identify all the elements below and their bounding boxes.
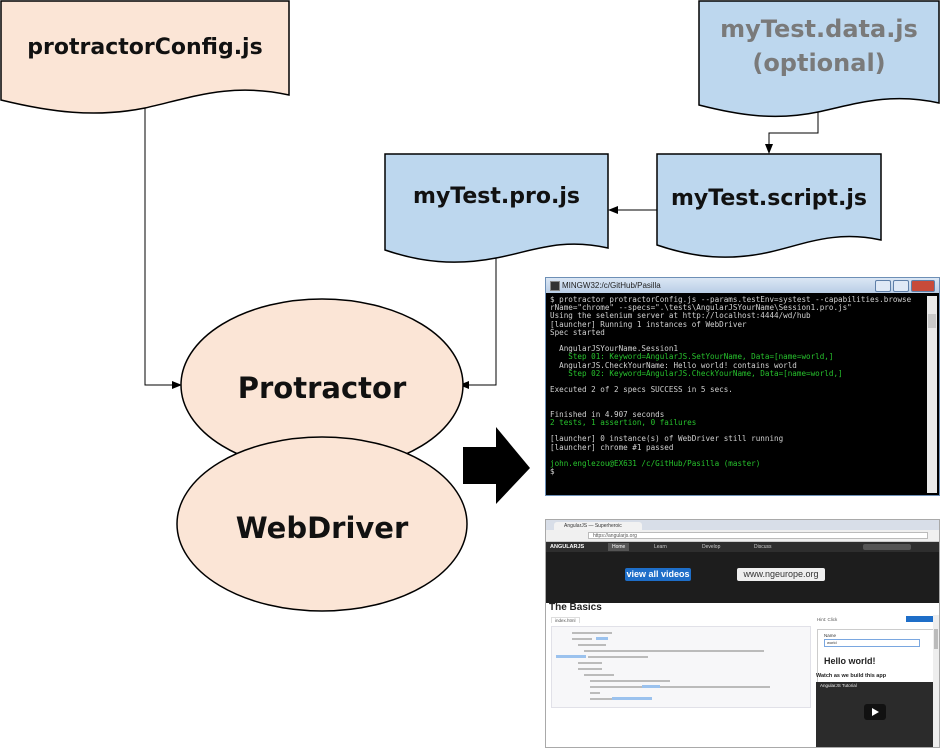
demo-name-input[interactable]: world (824, 639, 920, 647)
maximize-icon[interactable] (893, 280, 909, 292)
address-bar[interactable]: https://angularjs.org (588, 532, 928, 539)
webdriver-label: WebDriver (235, 511, 409, 545)
nav-item-develop[interactable]: Develop (702, 543, 720, 551)
nav-item-learn[interactable]: Learn (654, 543, 667, 551)
terminal-line: john.englezou@EX631 /c/GitHub/Pasilla (m… (550, 459, 761, 469)
demo-hello-text: Hello world! (824, 656, 876, 666)
terminal-window: MINGW32:/c/GitHub/Pasilla $ protractor p… (545, 277, 940, 496)
hint-label: Hint: Click (817, 617, 838, 622)
connector-pro-to-protractor (459, 258, 497, 389)
pro-file-label: myTest.pro.js (413, 183, 580, 209)
connector-data-to-script (765, 112, 819, 154)
terminal-line: [launcher] Running 1 instances of WebDri… (550, 319, 747, 329)
terminal-output: $ protractor protractorConfig.js --param… (550, 296, 923, 493)
terminal-line: $ (550, 467, 555, 477)
output-arrow-icon (463, 427, 530, 504)
terminal-line: [launcher] chrome #1 passed (550, 442, 674, 452)
banner: view all videos www.ngeurope.org (546, 552, 939, 603)
minimize-icon[interactable] (875, 280, 891, 292)
protractor-label: Protractor (237, 371, 407, 405)
connector-config-to-protractor (144, 108, 182, 389)
terminal-icon (550, 281, 560, 291)
view-videos-button[interactable]: view all videos (625, 568, 691, 581)
edit-button[interactable] (906, 616, 936, 622)
terminal-line: Spec started (550, 327, 605, 337)
ngeurope-link[interactable]: www.ngeurope.org (737, 568, 825, 581)
browser-scrollbar[interactable] (933, 615, 939, 747)
browser-window: AngularJS — Superheroic https://angularj… (545, 519, 940, 748)
tutorial-video[interactable]: AngularJS Tutorial (816, 682, 934, 747)
terminal-scrollbar[interactable] (927, 296, 937, 493)
watch-text: Watch as we build this app (816, 673, 887, 679)
data-file-note: (optional) (752, 49, 886, 77)
code-tab[interactable]: index.html (551, 617, 580, 623)
script-file-label: myTest.script.js (670, 185, 868, 211)
site-nav: ANGULARJS Home Learn Develop Discuss (546, 542, 939, 552)
site-search-input[interactable] (863, 544, 911, 550)
close-icon[interactable] (911, 280, 935, 292)
terminal-titlebar: MINGW32:/c/GitHub/Pasilla (546, 278, 939, 293)
terminal-line: Step 02: Keyword=AngularJS.CheckYourName… (550, 368, 843, 378)
code-sample (551, 626, 811, 708)
protractor-config-label: protractorConfig.js (27, 34, 263, 60)
nav-item-home[interactable]: Home (608, 543, 630, 551)
terminal-title: MINGW32:/c/GitHub/Pasilla (562, 281, 661, 290)
play-icon[interactable] (864, 704, 886, 720)
basics-heading: The Basics (549, 602, 602, 613)
nav-item-discuss[interactable]: Discuss (754, 543, 772, 551)
angular-logo[interactable]: ANGULARJS (550, 543, 584, 551)
terminal-line: 2 tests, 1 assertion, 0 failures (550, 418, 697, 428)
browser-tab[interactable]: AngularJS — Superheroic (554, 522, 642, 530)
data-file-label: myTest.data.js (720, 15, 918, 43)
terminal-line: Executed 2 of 2 specs SUCCESS in 5 secs. (550, 385, 733, 395)
demo-name-label: Name (824, 633, 837, 638)
video-title: AngularJS Tutorial (820, 683, 857, 688)
